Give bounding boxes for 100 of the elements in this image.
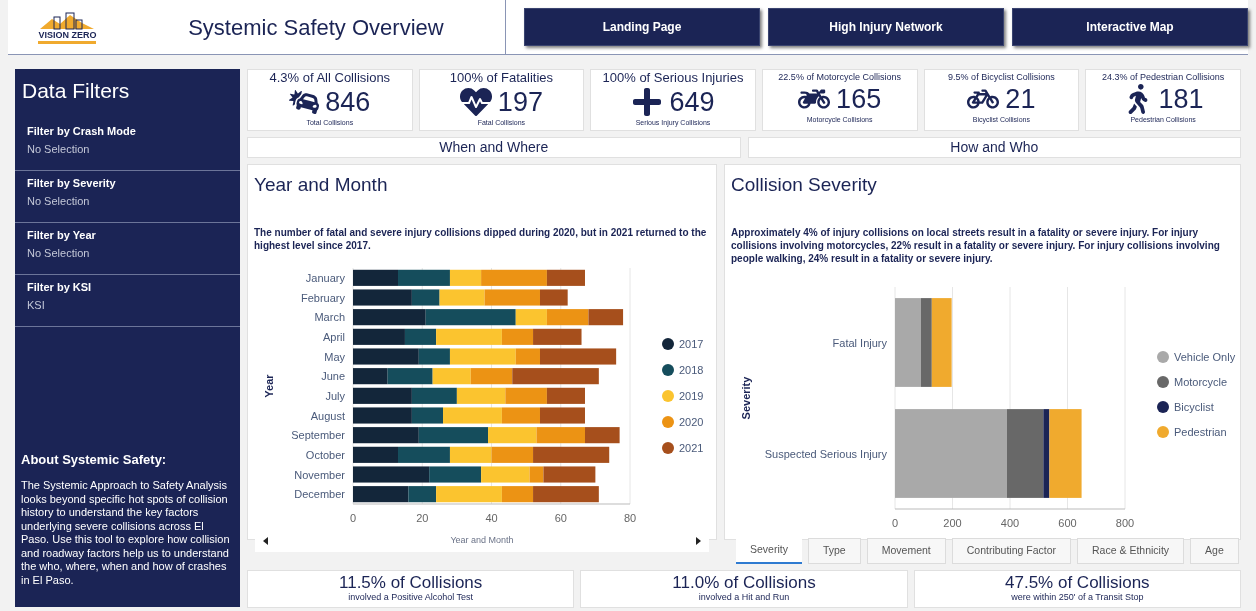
filter-value: No Selection [27, 194, 91, 209]
axis-title: Year [263, 373, 275, 398]
axis-title: Year and Month [450, 534, 514, 548]
axis-title: Severity [740, 376, 752, 419]
scroll-right-icon[interactable] [696, 537, 701, 545]
tick-label: 600 [1058, 516, 1077, 529]
stat-value: 11.0% of Collisions [672, 573, 816, 591]
kpi-heading: 22.5% of Motorcycle Collisions [778, 71, 901, 84]
chart-bar [536, 426, 585, 443]
tick-label: 800 [1115, 516, 1135, 529]
stat-value: 11.5% of Collisions [339, 573, 483, 591]
chart-bar [588, 308, 624, 325]
chart-bar [387, 367, 433, 384]
about-title: About Systemic Safety: [20, 450, 168, 469]
tab[interactable]: Age [1190, 538, 1239, 564]
filter-label: Filter by Year [27, 227, 97, 243]
chart-bar [398, 446, 450, 463]
nav-button[interactable]: Landing Page [524, 8, 760, 46]
legend-label: Bicyclist [1174, 400, 1214, 413]
axis-label: Fatal Injury [832, 336, 887, 348]
chart-bar [353, 269, 398, 286]
kpi-value: 846 [325, 88, 371, 116]
logo-text: VISION ZERO [38, 30, 97, 40]
filter-item[interactable]: Filter by Year No Selection [15, 222, 240, 275]
axis-label: Suspected Serious Injury [764, 447, 887, 459]
panel-title: Year and Month [253, 173, 389, 197]
filter-label: Filter by Crash Mode [27, 123, 137, 139]
chart-bar [353, 367, 388, 384]
chart-bar [411, 387, 457, 404]
kpi-value: 181 [1158, 85, 1204, 113]
chart-bar [505, 387, 547, 404]
kpi-value: 197 [497, 88, 543, 116]
legend-label: 2018 [679, 363, 704, 376]
legend-label: Motorcycle [1174, 375, 1228, 388]
kpi-value: 649 [669, 88, 715, 116]
axis-label: August [310, 409, 345, 421]
axis-label: October [305, 448, 345, 461]
tab[interactable]: Severity [736, 538, 802, 564]
tick-label: 80 [623, 511, 637, 524]
tick-label: 200 [943, 516, 962, 529]
section-header: When and Where [247, 137, 741, 158]
tick-label: 40 [485, 511, 498, 524]
stat-caption: involved a Positive Alcohol Test [348, 590, 474, 604]
cross-icon [631, 86, 664, 119]
filter-value: KSI [27, 298, 46, 313]
tick-label: 0 [349, 511, 357, 524]
chart-bar [449, 446, 492, 463]
axis-label: January [305, 271, 345, 284]
filter-item[interactable]: Filter by Severity No Selection [15, 170, 240, 223]
stat-value: 47.5% of Collisions [1005, 573, 1150, 591]
stat-caption: were within 250' of a Transit Stop [1011, 590, 1144, 604]
kpi-value: 165 [836, 85, 882, 113]
axis-label: June [321, 369, 345, 382]
sidebar-title: Data Filters [21, 78, 131, 104]
stat-caption: involved a Hit and Run [698, 590, 790, 604]
legend-label: 2021 [679, 441, 704, 454]
tick-label: 0 [891, 516, 899, 529]
kpi-heading: 100% of Fatalities [449, 70, 554, 87]
axis-label: April [323, 330, 345, 343]
axis-label: September [291, 428, 345, 441]
filter-item[interactable]: Filter by KSI KSI [15, 274, 240, 327]
tick-label: 20 [416, 511, 429, 524]
tick-label: 400 [1000, 516, 1020, 529]
chart-bar [456, 387, 506, 404]
tab[interactable]: Type [807, 538, 861, 564]
legend-label: Pedestrian [1174, 425, 1227, 438]
tab[interactable]: Movement [866, 538, 946, 564]
kpi-heading: 100% of Serious Injuries [602, 70, 744, 87]
chart-bar [546, 387, 585, 404]
axis-label: November [294, 468, 345, 480]
panel-description: The number of fatal and severe injury collisions dipped during 2020, but in 2021 returned to the highest level since 2017. [253, 225, 708, 252]
chart-bar [432, 367, 471, 384]
filter-label: Filter by KSI [27, 279, 93, 295]
nav-button[interactable]: Interactive Map [1012, 8, 1248, 46]
axis-label: March [314, 310, 345, 323]
kpi-heading: 4.3% of All Collisions [269, 70, 391, 87]
filter-value: No Selection [27, 142, 91, 157]
section-header: How and Who [747, 137, 1241, 158]
chart-bar [353, 426, 419, 443]
tab[interactable]: Race & Ethnicity [1077, 538, 1185, 564]
legend-label: 2017 [679, 337, 704, 350]
kpi-heading: 9.5% of Bicyclist Collisions [948, 71, 1055, 84]
chart-bar [353, 387, 412, 404]
tab[interactable]: Contributing Factor [951, 538, 1072, 564]
logo-stripe [38, 40, 97, 44]
kpi-heading: 24.3% of Pedestrian Collisions [1102, 71, 1225, 84]
filter-label: Filter by Severity [27, 175, 117, 191]
panel-description: Approximately 4% of injury collisions on local streets result in a fatality or severe injury. For injury collisions involving motorcycles, 22% result in a fatality or severe injury. For injury collisions involving people walking, 24% result in a fatality or severe injury. [730, 225, 1221, 265]
axis-label: December [294, 487, 345, 500]
axis-label: July [325, 389, 345, 402]
filter-value: No Selection [27, 246, 91, 261]
legend-label: 2019 [679, 389, 704, 402]
kpi-value: 21 [1005, 85, 1036, 113]
nav-button[interactable]: High Injury Network [768, 8, 1004, 46]
chart-bar [540, 406, 585, 424]
scroll-left-icon[interactable] [263, 537, 268, 545]
heartbeat-icon [459, 86, 492, 119]
tick-label: 60 [554, 511, 567, 524]
page-title: Systemic Safety Overview [188, 13, 444, 42]
filter-item[interactable]: Filter by Crash Mode No Selection [15, 118, 240, 171]
